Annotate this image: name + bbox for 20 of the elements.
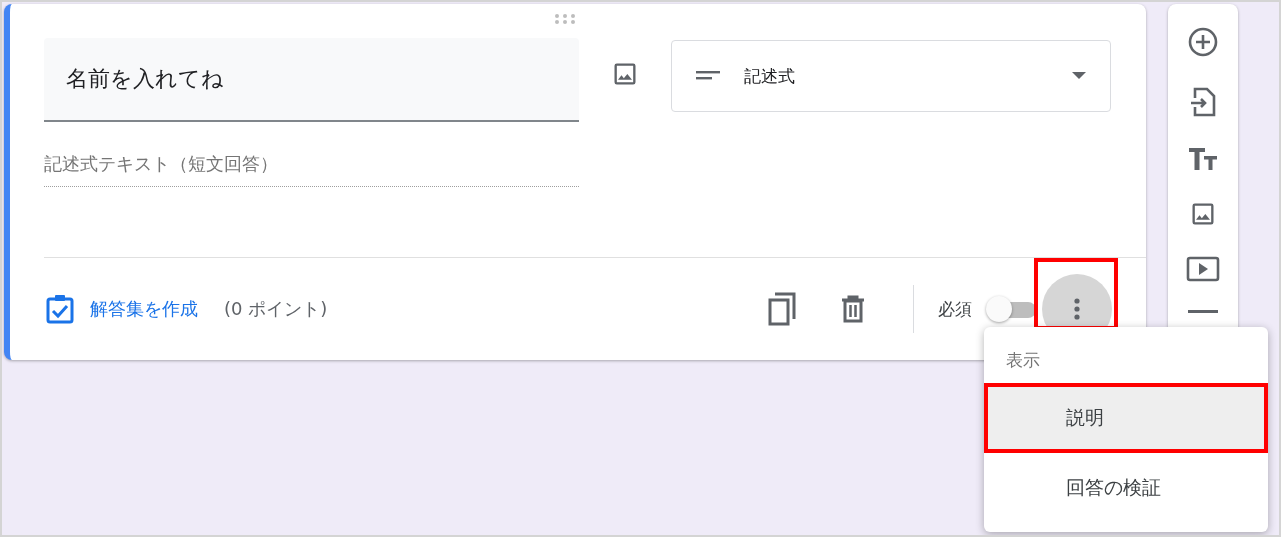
question-title-field[interactable]: 名前を入れてね [44,38,579,122]
title-text-icon[interactable] [1187,146,1219,172]
clipboard-check-icon[interactable] [46,294,74,324]
add-circle-icon[interactable] [1187,26,1219,58]
drag-handle-icon[interactable] [554,13,576,25]
caret-icon [1072,72,1086,80]
import-icon[interactable] [1189,86,1217,118]
required-toggle[interactable] [986,294,1036,324]
points-label: (0 ポイント) [224,297,328,321]
question-type-dropdown[interactable]: 記述式 [671,40,1111,112]
required-label: 必須 [938,297,972,321]
short-text-icon [696,70,722,82]
copy-icon[interactable] [767,292,797,326]
short-answer-field: 記述式テキスト（短文回答） [44,152,579,187]
menu-item[interactable]: 回答の検証 [984,453,1268,523]
answer-key-link[interactable]: 解答集を作成 [90,297,198,321]
menu-header: 表示 [1005,349,1041,372]
more-vertical-icon [1074,298,1080,320]
video-icon[interactable] [1186,256,1220,282]
trash-icon[interactable] [841,295,865,323]
